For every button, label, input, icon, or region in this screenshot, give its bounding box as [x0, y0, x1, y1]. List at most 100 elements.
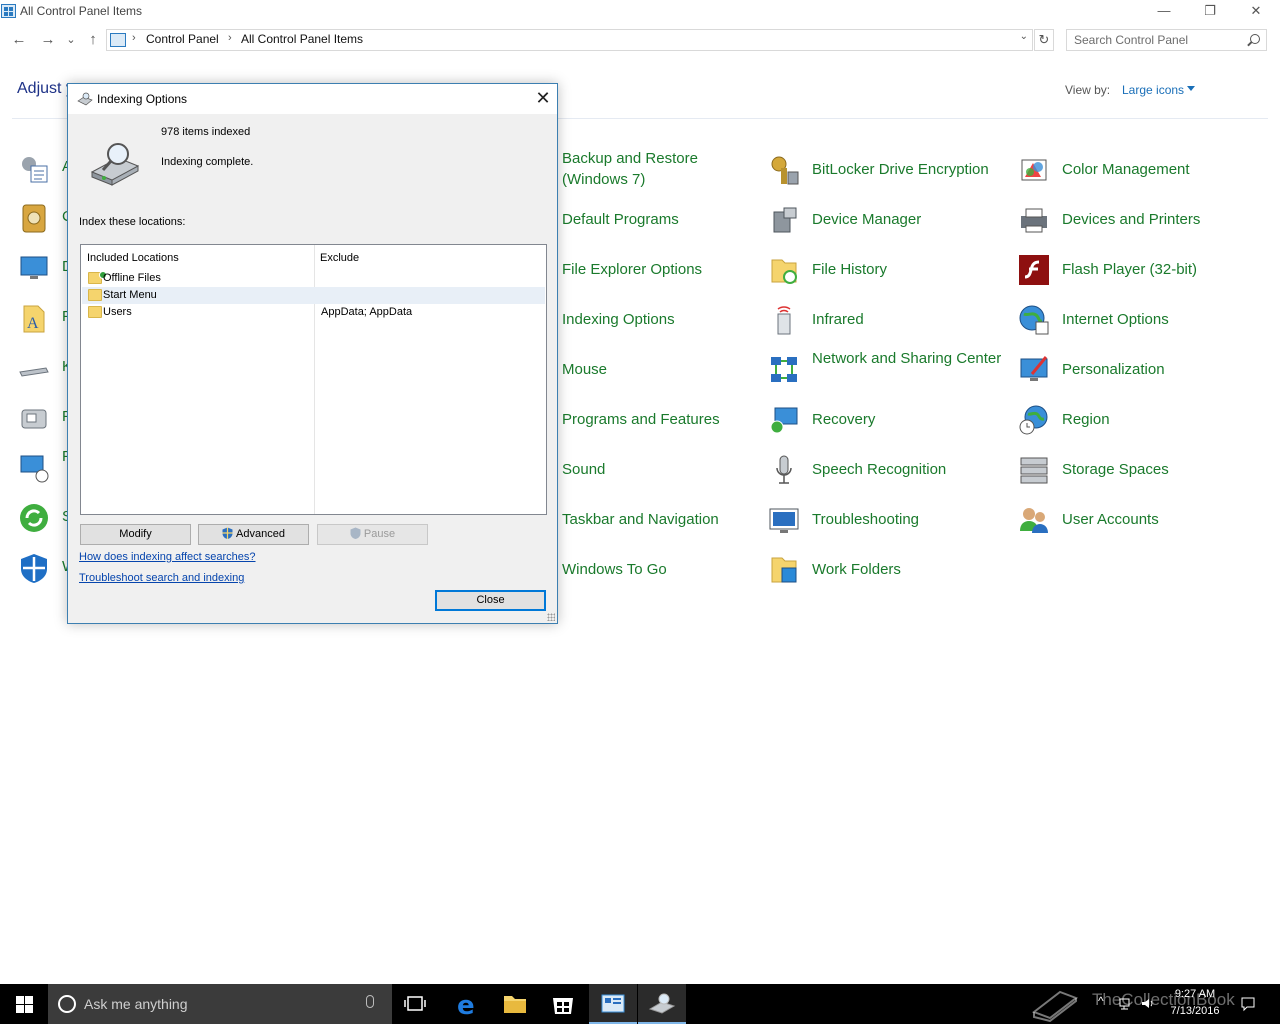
task-view-icon — [404, 996, 426, 1011]
indexing-drive-icon — [90, 143, 140, 186]
table-row[interactable]: Users AppData; AppData — [82, 304, 545, 321]
item-color-management[interactable]: Color Management — [1018, 148, 1258, 192]
view-by-label: View by: — [1065, 83, 1111, 97]
fonts-icon[interactable]: A — [18, 302, 50, 334]
minimize-button[interactable]: — — [1141, 0, 1187, 24]
search-input[interactable] — [1074, 32, 1244, 48]
store-icon — [553, 998, 573, 1014]
column-header-included[interactable]: Included Locations — [87, 252, 179, 264]
clock-date[interactable]: 7/13/2016 — [1168, 1005, 1222, 1017]
action-center-icon[interactable] — [1240, 996, 1256, 1012]
sync-center-icon[interactable] — [18, 502, 50, 534]
item-device-manager[interactable]: Device Manager — [768, 198, 1008, 242]
taskbar-control-panel[interactable] — [589, 984, 637, 1024]
refresh-button[interactable]: ↻ — [1034, 29, 1054, 51]
flash-player-icon — [1019, 255, 1049, 285]
item-devices-printers[interactable]: Devices and Printers — [1018, 198, 1258, 242]
file-history-icon — [771, 259, 797, 284]
book-watermark-icon — [1031, 990, 1079, 1022]
table-row[interactable]: Offline Files — [82, 270, 545, 287]
recovery-icon — [770, 407, 798, 434]
cortana-icon — [58, 995, 76, 1013]
item-recovery[interactable]: Recovery — [768, 398, 1008, 442]
advanced-button[interactable]: Advanced — [198, 524, 309, 545]
globe-icon — [1019, 305, 1049, 335]
item-network-sharing[interactable]: Network and Sharing Center — [768, 348, 1008, 392]
color-management-icon — [1021, 159, 1047, 181]
item-file-history[interactable]: File History — [768, 248, 1008, 292]
forward-button[interactable]: → — [37, 30, 59, 50]
breadcrumb-control-panel[interactable]: Control Panel — [146, 32, 219, 46]
item-internet-options[interactable]: Internet Options — [1018, 298, 1258, 342]
network-tray-icon[interactable] — [1119, 997, 1133, 1010]
cortana-search-box[interactable]: Ask me anything — [48, 984, 392, 1024]
locations-table[interactable]: Included Locations Exclude Offline Files… — [80, 244, 547, 515]
up-button[interactable]: ↑ — [82, 30, 104, 50]
chevron-up-icon[interactable]: ^ — [1098, 994, 1112, 1008]
administrative-tools-icon[interactable] — [18, 152, 50, 184]
taskbar-file-explorer[interactable] — [491, 984, 539, 1024]
chevron-down-icon[interactable] — [1187, 86, 1195, 91]
windows-defender-icon[interactable] — [18, 552, 50, 584]
item-storage-spaces[interactable]: Storage Spaces — [1018, 448, 1258, 492]
taskbar-store[interactable] — [539, 984, 587, 1024]
windows-logo-icon — [16, 1005, 24, 1013]
chevron-right-icon: › — [228, 32, 232, 44]
table-row[interactable]: Start Menu — [82, 287, 545, 304]
troubleshooting-icon — [769, 508, 799, 533]
view-by-dropdown[interactable]: Large icons — [1122, 83, 1184, 97]
windows-logo-icon — [16, 996, 24, 1004]
item-region[interactable]: Region — [1018, 398, 1258, 442]
display-icon[interactable] — [18, 252, 50, 284]
modify-button[interactable]: Modify — [80, 524, 191, 545]
back-button[interactable]: ← — [8, 30, 30, 50]
window-titlebar: All Control Panel Items — ❐ ✕ — [0, 0, 1280, 24]
troubleshoot-indexing-link[interactable]: Troubleshoot search and indexing — [79, 572, 244, 584]
dialog-titlebar[interactable]: Indexing Options ✕ — [68, 84, 557, 114]
item-user-accounts[interactable]: User Accounts — [1018, 498, 1258, 542]
item-work-folders[interactable]: Work Folders — [768, 548, 1008, 592]
taskbar-indexing-options[interactable] — [638, 984, 686, 1024]
control-panel-icon — [110, 33, 126, 47]
address-bar[interactable]: › Control Panel › All Control Panel Item… — [106, 29, 1033, 51]
taskbar-edge[interactable]: e — [443, 984, 491, 1024]
dialog-close-icon[interactable]: ✕ — [532, 87, 554, 109]
task-view-button[interactable] — [392, 984, 440, 1024]
breadcrumb-all-items[interactable]: All Control Panel Items — [241, 32, 363, 46]
search-box[interactable] — [1066, 29, 1267, 51]
pause-button: Pause — [317, 524, 428, 545]
recent-locations-button[interactable]: ⌄ — [62, 30, 80, 50]
item-bitlocker[interactable]: BitLocker Drive Encryption — [768, 148, 1008, 192]
remoteapp-icon[interactable] — [18, 452, 50, 484]
microphone-icon — [776, 455, 792, 484]
folder-icon — [88, 271, 107, 284]
search-icon[interactable] — [1250, 34, 1260, 44]
windows-logo-icon — [25, 996, 33, 1004]
microphone-icon[interactable] — [366, 995, 374, 1008]
item-flash-player[interactable]: Flash Player (32-bit) — [1018, 248, 1258, 292]
region-icon — [1019, 405, 1048, 435]
personalization-icon — [1020, 356, 1048, 381]
close-window-button[interactable]: ✕ — [1233, 0, 1279, 24]
item-speech-recognition[interactable]: Speech Recognition — [768, 448, 1008, 492]
resize-grip-icon[interactable] — [547, 613, 555, 621]
printer-icon — [1021, 208, 1047, 233]
phone-and-modem-icon[interactable] — [18, 402, 50, 434]
close-button[interactable]: Close — [435, 590, 546, 611]
start-button[interactable] — [0, 984, 48, 1024]
item-personalization[interactable]: Personalization — [1018, 348, 1258, 392]
credential-manager-icon[interactable] — [18, 202, 50, 234]
how-indexing-link[interactable]: How does indexing affect searches? — [79, 551, 256, 563]
device-manager-icon — [773, 207, 797, 233]
volume-icon[interactable] — [1141, 997, 1155, 1010]
keyboard-icon[interactable] — [18, 352, 50, 384]
column-header-exclude[interactable]: Exclude — [320, 252, 359, 264]
chevron-right-icon: › — [132, 32, 136, 44]
item-infrared[interactable]: Infrared — [768, 298, 1008, 342]
clock-time[interactable]: 9:27 AM — [1168, 988, 1222, 1000]
infrared-icon — [777, 306, 791, 335]
chevron-down-icon[interactable]: ⌄ — [1020, 31, 1028, 42]
restore-button[interactable]: ❐ — [1187, 0, 1233, 24]
user-accounts-icon — [1020, 508, 1048, 533]
item-troubleshooting[interactable]: Troubleshooting — [768, 498, 1008, 542]
